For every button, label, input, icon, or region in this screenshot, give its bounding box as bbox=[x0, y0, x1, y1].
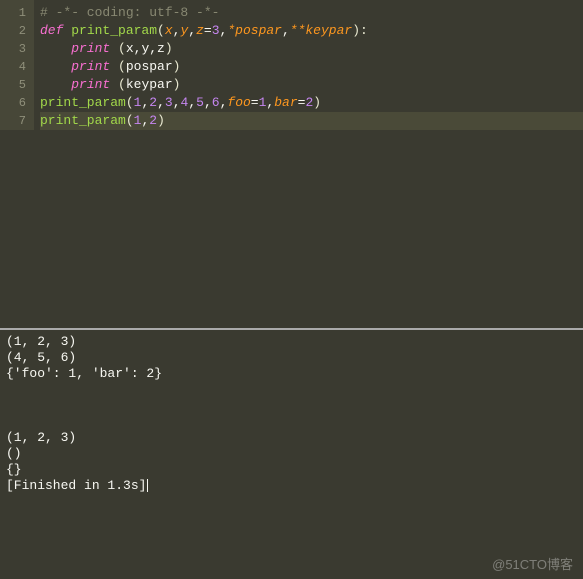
output-line bbox=[6, 382, 577, 398]
token: bar bbox=[274, 95, 297, 110]
output-line: () bbox=[6, 446, 577, 462]
token: *pospar bbox=[227, 23, 282, 38]
token bbox=[40, 77, 71, 92]
token: 2 bbox=[149, 113, 157, 128]
code-area: 1234567 # -*- coding: utf-8 -*-def print… bbox=[0, 0, 583, 130]
token: , bbox=[188, 23, 196, 38]
token: ( bbox=[118, 59, 126, 74]
token: print bbox=[71, 77, 118, 92]
output-line bbox=[6, 398, 577, 414]
token: 3 bbox=[212, 23, 220, 38]
output-line: (4, 5, 6) bbox=[6, 350, 577, 366]
token: def bbox=[40, 23, 71, 38]
token: ) bbox=[173, 77, 181, 92]
token: ) bbox=[313, 95, 321, 110]
output-line: (1, 2, 3) bbox=[6, 430, 577, 446]
token: ) bbox=[157, 113, 165, 128]
output-line: (1, 2, 3) bbox=[6, 334, 577, 350]
token: print_param bbox=[40, 95, 126, 110]
token: foo bbox=[227, 95, 250, 110]
token: ): bbox=[352, 23, 368, 38]
token: keypar bbox=[126, 77, 173, 92]
code-line[interactable]: print (x,y,z) bbox=[40, 40, 583, 58]
code-editor-pane[interactable]: 1234567 # -*- coding: utf-8 -*-def print… bbox=[0, 0, 583, 330]
output-line: [Finished in 1.3s] bbox=[6, 478, 577, 494]
token: 3 bbox=[165, 95, 173, 110]
token: **keypar bbox=[290, 23, 352, 38]
token bbox=[40, 59, 71, 74]
code-line[interactable]: print_param(1,2,3,4,5,6,foo=1,bar=2) bbox=[40, 94, 583, 112]
line-number: 2 bbox=[0, 22, 26, 40]
token: , bbox=[173, 95, 181, 110]
token: z bbox=[196, 23, 204, 38]
output-line: {'foo': 1, 'bar': 2} bbox=[6, 366, 577, 382]
token: 5 bbox=[196, 95, 204, 110]
token: ( bbox=[157, 23, 165, 38]
token: print_param bbox=[71, 23, 157, 38]
token: pospar bbox=[126, 59, 173, 74]
build-output-pane[interactable]: (1, 2, 3)(4, 5, 6){'foo': 1, 'bar': 2}(1… bbox=[0, 330, 583, 498]
line-number-gutter: 1234567 bbox=[0, 0, 34, 130]
line-number: 1 bbox=[0, 4, 26, 22]
output-line bbox=[6, 414, 577, 430]
line-number: 7 bbox=[0, 112, 26, 130]
token: # -*- coding: utf-8 -*- bbox=[40, 5, 219, 20]
token: , bbox=[157, 95, 165, 110]
code-line[interactable]: print (keypar) bbox=[40, 76, 583, 94]
code-lines[interactable]: # -*- coding: utf-8 -*-def print_param(x… bbox=[34, 0, 583, 130]
token: print bbox=[71, 41, 118, 56]
token: , bbox=[188, 95, 196, 110]
token: ( bbox=[118, 77, 126, 92]
token: = bbox=[204, 23, 212, 38]
watermark-text: @51CTO博客 bbox=[492, 554, 573, 573]
token: , bbox=[204, 95, 212, 110]
line-number: 4 bbox=[0, 58, 26, 76]
line-number: 3 bbox=[0, 40, 26, 58]
token: x,y,z bbox=[126, 41, 165, 56]
token: ( bbox=[126, 95, 134, 110]
token bbox=[40, 41, 71, 56]
token: 6 bbox=[212, 95, 220, 110]
code-line[interactable]: # -*- coding: utf-8 -*- bbox=[40, 4, 583, 22]
token: = bbox=[251, 95, 259, 110]
code-line[interactable]: print_param(1,2) bbox=[40, 112, 583, 130]
token: ( bbox=[126, 113, 134, 128]
token: , bbox=[282, 23, 290, 38]
output-line: {} bbox=[6, 462, 577, 478]
token: ) bbox=[173, 59, 181, 74]
text-cursor bbox=[147, 479, 148, 492]
code-line[interactable]: print (pospar) bbox=[40, 58, 583, 76]
token: ( bbox=[118, 41, 126, 56]
token: ) bbox=[165, 41, 173, 56]
token: x bbox=[165, 23, 173, 38]
code-line[interactable]: def print_param(x,y,z=3,*pospar,**keypar… bbox=[40, 22, 583, 40]
line-number: 5 bbox=[0, 76, 26, 94]
token: 2 bbox=[149, 95, 157, 110]
token: print_param bbox=[40, 113, 126, 128]
token: print bbox=[71, 59, 118, 74]
line-number: 6 bbox=[0, 94, 26, 112]
